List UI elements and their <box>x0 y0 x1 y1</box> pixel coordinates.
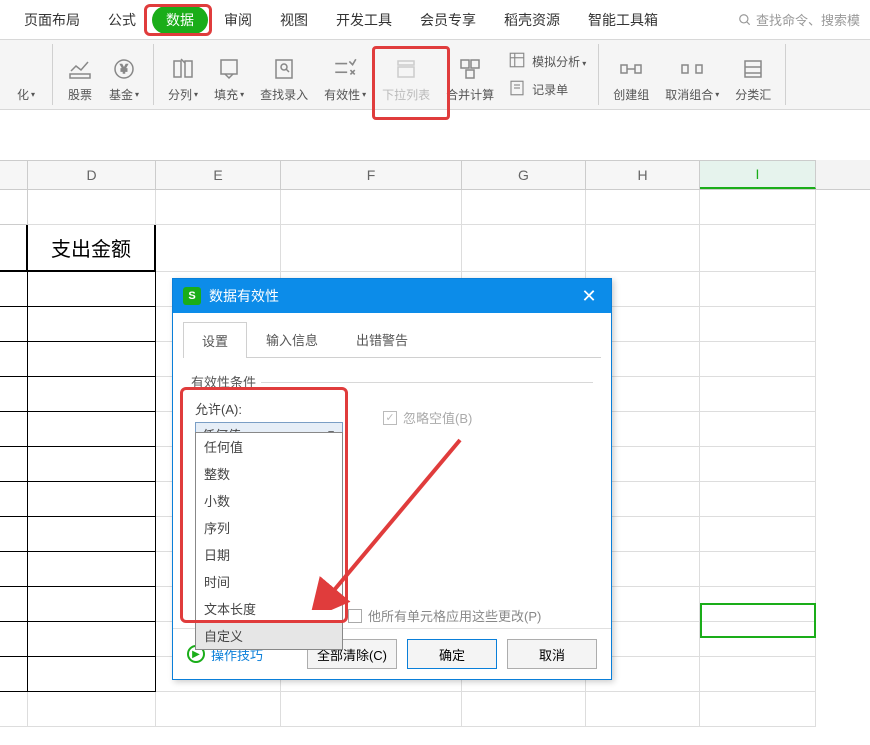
consolidate-icon <box>457 56 483 82</box>
col-header-D[interactable]: D <box>28 160 156 189</box>
col-header-H[interactable]: H <box>586 160 700 189</box>
dialog-body: 有效性条件 允许(A): 任何值 ▼ ✓ 忽略空值(B) 任何值 整数 小数 序… <box>173 358 611 628</box>
search-box[interactable]: 查找命令、搜索模 <box>738 10 860 29</box>
fill-icon <box>216 56 242 82</box>
cancel-button[interactable]: 取消 <box>507 639 597 669</box>
tab-formula[interactable]: 公式 <box>96 4 148 36</box>
group-icon <box>618 56 644 82</box>
allow-dropdown: 任何值 整数 小数 序列 日期 时间 文本长度 自定义 <box>195 432 343 650</box>
opt-textlen[interactable]: 文本长度 <box>196 595 342 622</box>
ribbon-subtotal[interactable]: 分类汇 <box>727 43 779 105</box>
ribbon-dropdown-list[interactable]: 下拉列表 <box>374 43 438 105</box>
cell-amount-header[interactable]: 支出金额 <box>28 225 156 272</box>
ribbon: 化▾ 股票 ¥ 基金▾ 分列▾ 填充▾ 查找录入 有效性▾ <box>0 40 870 110</box>
tab-dev-tools[interactable]: 开发工具 <box>324 4 404 36</box>
checkbox-icon: ✓ <box>383 411 397 425</box>
tab-view[interactable]: 视图 <box>268 4 320 36</box>
ribbon-consolidate[interactable]: 合并计算 <box>438 43 502 105</box>
col-stub[interactable] <box>0 160 28 189</box>
simulate-icon <box>508 51 528 71</box>
ribbon-fill[interactable]: 填充▾ <box>206 43 252 105</box>
stock-icon <box>67 56 93 82</box>
apply-all-checkbox[interactable]: 他所有单元格应用这些更改(P) <box>348 606 541 625</box>
tab-page-layout[interactable]: 页面布局 <box>12 4 92 36</box>
col-header-F[interactable]: F <box>281 160 462 189</box>
dialog-tab-settings[interactable]: 设置 <box>183 322 247 358</box>
ribbon-lookup[interactable]: 查找录入 <box>252 43 316 105</box>
opt-any[interactable]: 任何值 <box>196 433 342 460</box>
checkbox-icon <box>348 609 362 623</box>
opt-date[interactable]: 日期 <box>196 541 342 568</box>
search-icon <box>738 13 752 27</box>
ribbon-simulate[interactable]: 模拟分析▾ <box>508 47 586 75</box>
record-icon <box>508 79 528 99</box>
ribbon-split[interactable]: 分列▾ <box>160 43 206 105</box>
opt-integer[interactable]: 整数 <box>196 460 342 487</box>
lookup-icon <box>271 56 297 82</box>
close-icon[interactable]: ✕ <box>577 286 601 307</box>
dropdown-icon <box>393 56 419 82</box>
ignore-blank-checkbox[interactable]: ✓ 忽略空值(B) <box>383 408 472 427</box>
data-validity-dialog: S 数据有效性 ✕ 设置 输入信息 出错警告 有效性条件 允许(A): 任何值 … <box>172 278 612 680</box>
col-header-I[interactable]: I <box>700 160 816 189</box>
ribbon-validity[interactable]: 有效性▾ <box>316 43 374 105</box>
col-header-E[interactable]: E <box>156 160 281 189</box>
ribbon-record[interactable]: 记录单 <box>508 75 586 103</box>
ribbon-group[interactable]: 创建组 <box>605 43 657 105</box>
tab-smart-tools[interactable]: 智能工具箱 <box>576 4 670 36</box>
tab-resources[interactable]: 稻壳资源 <box>492 4 572 36</box>
validity-icon <box>332 56 358 82</box>
opt-custom[interactable]: 自定义 <box>196 622 342 649</box>
opt-list[interactable]: 序列 <box>196 514 342 541</box>
app-icon: S <box>183 287 201 305</box>
dialog-tab-input[interactable]: 输入信息 <box>247 321 337 357</box>
fieldset-label: 有效性条件 <box>191 372 593 391</box>
dialog-title: 数据有效性 <box>209 286 279 306</box>
tab-data[interactable]: 数据 <box>152 6 208 34</box>
menu-tabbar: 页面布局 公式 数据 审阅 视图 开发工具 会员专享 稻壳资源 智能工具箱 查找… <box>0 0 870 40</box>
dialog-tab-error[interactable]: 出错警告 <box>337 321 427 357</box>
ribbon-convert[interactable]: 化▾ <box>6 43 46 105</box>
tab-member[interactable]: 会员专享 <box>408 4 488 36</box>
ribbon-ungroup[interactable]: 取消组合▾ <box>657 43 727 105</box>
ungroup-icon <box>679 56 705 82</box>
fund-icon: ¥ <box>111 56 137 82</box>
column-headers: D E F G H I <box>0 160 870 190</box>
ok-button[interactable]: 确定 <box>407 639 497 669</box>
subtotal-icon <box>740 56 766 82</box>
ribbon-stock[interactable]: 股票 <box>59 43 101 105</box>
opt-decimal[interactable]: 小数 <box>196 487 342 514</box>
tab-review[interactable]: 审阅 <box>212 4 264 36</box>
split-icon <box>170 56 196 82</box>
dialog-titlebar[interactable]: S 数据有效性 ✕ <box>173 279 611 313</box>
ribbon-fund[interactable]: ¥ 基金▾ <box>101 43 147 105</box>
dialog-tabs: 设置 输入信息 出错警告 <box>183 321 601 358</box>
search-placeholder: 查找命令、搜索模 <box>756 10 860 29</box>
svg-text:¥: ¥ <box>120 62 128 76</box>
col-header-G[interactable]: G <box>462 160 586 189</box>
opt-time[interactable]: 时间 <box>196 568 342 595</box>
